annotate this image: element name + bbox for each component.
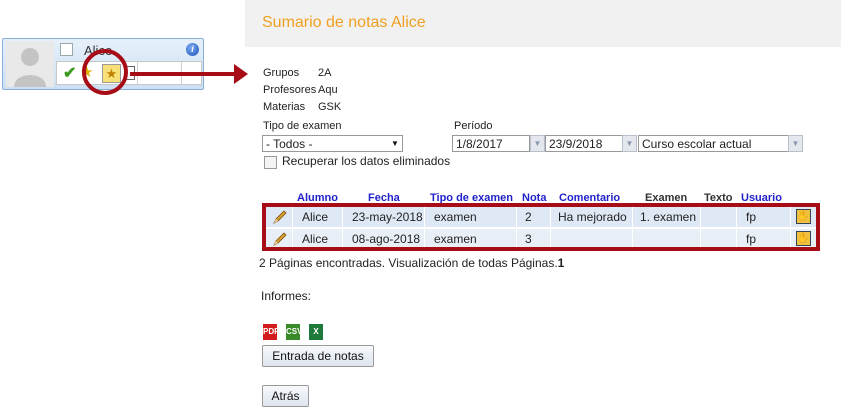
subjects-value: GSK <box>318 101 342 113</box>
excel-icon[interactable]: X <box>309 324 323 340</box>
groups-label: Grupos <box>263 67 300 79</box>
period-select-value: Curso escolar actual <box>642 137 752 151</box>
date-to-value: 23/9/2018 <box>549 137 603 151</box>
info-icon[interactable]: i <box>186 43 199 56</box>
exam-type-label: Tipo de examen <box>263 120 342 132</box>
student-select-checkbox[interactable] <box>60 43 73 56</box>
pagination-page[interactable]: 1 <box>558 256 565 270</box>
date-from-value: 1/8/2017 <box>456 137 503 151</box>
page-title: Sumario de notas Alice <box>262 14 426 31</box>
groups-value: 2A <box>318 67 332 79</box>
callout-arrow-head <box>234 64 248 84</box>
recover-deleted-label: Recuperar los datos eliminados <box>282 154 451 168</box>
exam-type-select[interactable]: - Todos - ▼ <box>262 135 403 152</box>
period-dropdown-icon[interactable]: ▼ <box>788 135 803 152</box>
date-to-input[interactable]: 23/9/2018 <box>545 135 623 152</box>
check-icon[interactable]: ✔ <box>63 63 76 83</box>
teachers-label: Profesores <box>263 84 317 96</box>
pdf-icon[interactable]: PDF <box>263 324 279 340</box>
date-to-dropdown-icon[interactable]: ▼ <box>622 135 637 152</box>
highlight-circle <box>82 49 128 95</box>
pagination-text: 2 Páginas encontradas. Visualización de … <box>259 256 564 270</box>
exam-type-value: - Todos - <box>266 137 313 151</box>
table-highlight-box <box>262 203 820 251</box>
avatar <box>6 41 54 87</box>
subjects-label: Materias <box>263 101 306 113</box>
period-select[interactable]: Curso escolar actual <box>638 135 789 152</box>
reports-label: Informes: <box>261 289 312 303</box>
grade-entry-button[interactable]: Entrada de notas <box>262 345 374 367</box>
recover-deleted-checkbox[interactable] <box>264 156 277 169</box>
teachers-value: Aqu <box>318 84 338 96</box>
pagination-summary: 2 Páginas encontradas. Visualización de … <box>259 256 558 270</box>
date-from-input[interactable]: 1/8/2017 <box>452 135 530 152</box>
csv-icon[interactable]: CSV <box>286 324 302 340</box>
date-from-dropdown-icon[interactable]: ▼ <box>530 135 545 152</box>
dropdown-arrow-icon: ▼ <box>391 139 399 148</box>
callout-arrow-line <box>130 72 235 76</box>
back-button[interactable]: Atrás <box>262 385 309 407</box>
period-label: Período <box>454 120 493 132</box>
avatar-silhouette-icon <box>14 48 46 87</box>
